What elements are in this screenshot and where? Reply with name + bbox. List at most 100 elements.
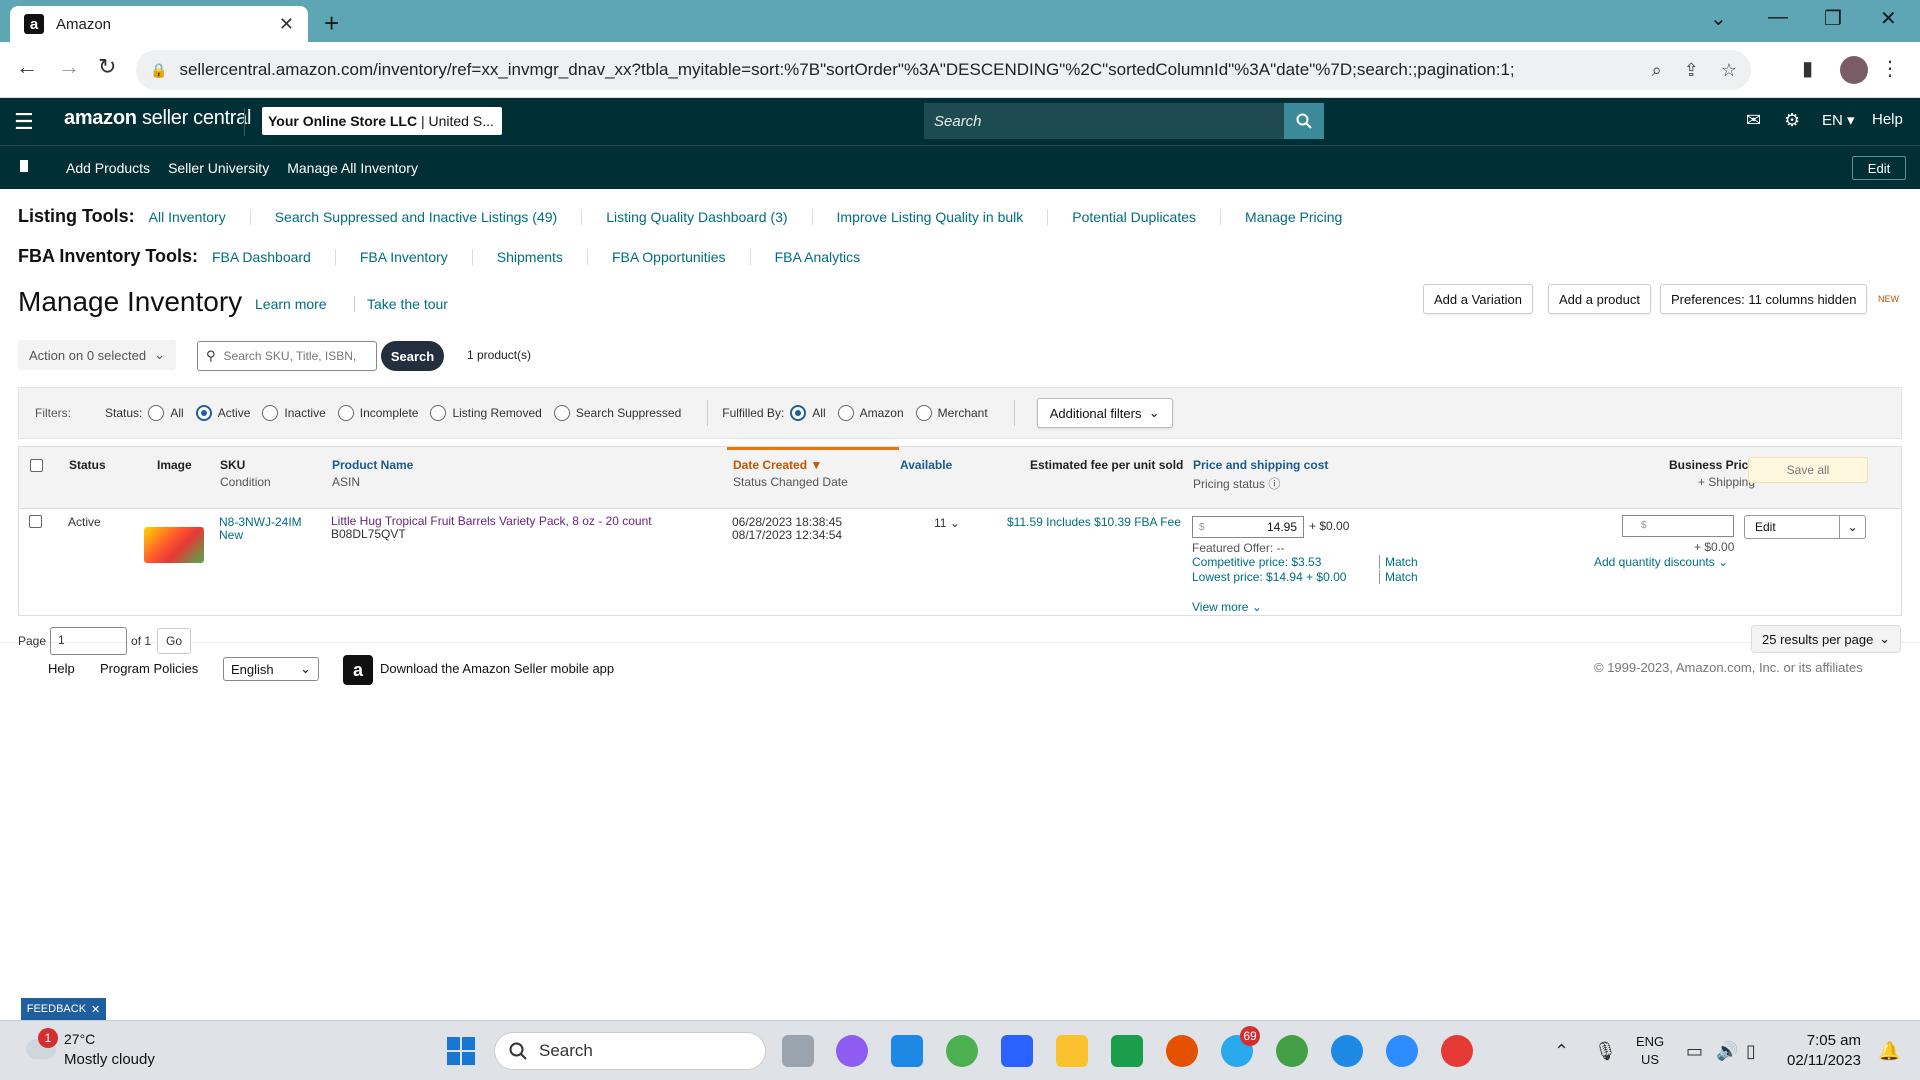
take-tour-link[interactable]: Take the tour bbox=[354, 296, 448, 312]
side-panel-icon[interactable]: ▮ bbox=[1802, 56, 1813, 81]
status-radio-inactive[interactable]: Inactive bbox=[262, 405, 326, 421]
volume-icon[interactable]: 🔊 bbox=[1716, 1041, 1738, 1062]
chrome-profile-icon[interactable] bbox=[1276, 1035, 1308, 1067]
row-edit-split-button[interactable]: Edit ⌄ bbox=[1744, 515, 1866, 539]
status-radio-listing-removed[interactable]: Listing Removed bbox=[430, 405, 542, 421]
fba-tool-opportunities[interactable]: FBA Opportunities bbox=[586, 248, 750, 265]
listing-tool-manage-pricing[interactable]: Manage Pricing bbox=[1220, 208, 1366, 225]
product-image[interactable] bbox=[144, 527, 204, 563]
notification-icon[interactable]: 🔔 bbox=[1878, 1041, 1900, 1062]
row-checkbox[interactable] bbox=[29, 515, 42, 528]
forward-icon[interactable]: → bbox=[58, 54, 80, 80]
notepad-icon[interactable] bbox=[1001, 1035, 1033, 1067]
zoom-icon[interactable]: ⌕ bbox=[1652, 60, 1662, 81]
minimize-icon[interactable]: — bbox=[1768, 6, 1788, 29]
chrome-profile-icon[interactable] bbox=[1166, 1035, 1198, 1067]
select-all-checkbox[interactable] bbox=[30, 459, 43, 472]
battery-icon[interactable]: ▯ bbox=[1746, 1041, 1756, 1062]
header-search-button[interactable] bbox=[1284, 103, 1324, 139]
nav-seller-university[interactable]: Seller University bbox=[168, 160, 269, 176]
fba-tool-dashboard[interactable]: FBA Dashboard bbox=[212, 249, 335, 265]
gear-icon[interactable]: ⚙ bbox=[1784, 110, 1800, 131]
mail-app-icon[interactable] bbox=[891, 1035, 923, 1067]
window-close-icon[interactable]: ✕ bbox=[1880, 6, 1897, 31]
column-sku[interactable]: SKU Condition bbox=[220, 458, 271, 489]
maximize-icon[interactable]: ❐ bbox=[1824, 6, 1842, 31]
address-bar[interactable]: 🔒 sellercentral.amazon.com/inventory/ref… bbox=[136, 50, 1751, 90]
price-input[interactable]: $ 14.95 bbox=[1192, 516, 1304, 538]
nav-manage-all-inventory[interactable]: Manage All Inventory bbox=[287, 160, 418, 176]
store-selector[interactable]: Your Online Store LLC | United S... bbox=[262, 107, 502, 135]
new-tab-icon[interactable]: + bbox=[324, 8, 339, 39]
back-icon[interactable]: ← bbox=[16, 54, 38, 80]
amazon-app-icon[interactable]: a bbox=[343, 655, 373, 685]
windows-start-icon[interactable] bbox=[447, 1037, 475, 1065]
microphone-icon[interactable]: 🎙 bbox=[1594, 1041, 1617, 1062]
footer-help-link[interactable]: Help bbox=[48, 661, 75, 676]
row-available-quantity[interactable]: 11 ⌄ bbox=[934, 516, 960, 530]
inventory-search-input[interactable]: ⚲ Search SKU, Title, ISBN, bbox=[197, 341, 377, 371]
chevron-down-icon[interactable]: ⌄ bbox=[1839, 516, 1865, 538]
reload-icon[interactable]: ↻ bbox=[98, 54, 116, 80]
fba-tool-analytics[interactable]: FBA Analytics bbox=[749, 248, 885, 265]
footer-language-select[interactable]: English ⌄ bbox=[223, 657, 319, 681]
close-icon[interactable]: ✕ bbox=[91, 1003, 100, 1016]
column-product-name[interactable]: Product Name ASIN bbox=[332, 458, 413, 489]
fba-tool-inventory[interactable]: FBA Inventory bbox=[334, 248, 472, 265]
listing-tool-suppressed[interactable]: Search Suppressed and Inactive Listings … bbox=[249, 208, 582, 225]
bulk-action-select[interactable]: Action on 0 selected ⌄ bbox=[18, 340, 176, 370]
fulfilled-radio-all[interactable]: All bbox=[790, 405, 826, 421]
status-radio-all[interactable]: All bbox=[148, 405, 184, 421]
listing-tool-improve-quality[interactable]: Improve Listing Quality in bulk bbox=[811, 208, 1048, 225]
mail-icon[interactable]: ✉ bbox=[1746, 110, 1761, 131]
footer-policies-link[interactable]: Program Policies bbox=[100, 661, 198, 676]
go-button[interactable]: Go bbox=[157, 628, 192, 654]
listing-tool-quality-dashboard[interactable]: Listing Quality Dashboard (3) bbox=[581, 208, 811, 225]
weather-condition[interactable]: Mostly cloudy bbox=[64, 1051, 155, 1068]
messenger-icon[interactable] bbox=[836, 1035, 868, 1067]
profile-avatar[interactable] bbox=[1840, 56, 1868, 84]
input-language[interactable]: ENG US bbox=[1636, 1033, 1664, 1069]
status-radio-incomplete[interactable]: Incomplete bbox=[337, 405, 418, 421]
row-fee[interactable]: $11.59 Includes $10.39 FBA Fee bbox=[1007, 515, 1181, 529]
zoom-icon[interactable] bbox=[1386, 1035, 1418, 1067]
row-product-name[interactable]: Little Hug Tropical Fruit Barrels Variet… bbox=[331, 514, 652, 528]
nav-edit-button[interactable]: Edit bbox=[1852, 156, 1906, 180]
meet-icon[interactable] bbox=[1111, 1035, 1143, 1067]
network-icon[interactable]: ▭ bbox=[1686, 1041, 1703, 1062]
weather-temp[interactable]: 27°C bbox=[64, 1031, 95, 1047]
seller-central-logo[interactable]: amazon seller central bbox=[64, 107, 251, 130]
column-date-created[interactable]: Date Created ▼ Status Changed Date bbox=[733, 458, 848, 489]
fulfilled-radio-merchant[interactable]: Merchant bbox=[915, 405, 988, 421]
task-view-icon[interactable] bbox=[782, 1035, 814, 1067]
listing-tool-duplicates[interactable]: Potential Duplicates bbox=[1047, 208, 1220, 225]
match-competitive-button[interactable]: Match bbox=[1385, 555, 1418, 569]
additional-filters-button[interactable]: Additional filters ⌄ bbox=[1036, 398, 1173, 428]
bookmark-star-icon[interactable]: ☆ bbox=[1721, 60, 1737, 81]
column-status[interactable]: Status bbox=[69, 458, 106, 472]
column-available[interactable]: Available bbox=[900, 458, 952, 472]
nav-add-products[interactable]: Add Products bbox=[66, 160, 150, 176]
taskbar-search[interactable]: Search bbox=[494, 1032, 766, 1070]
status-radio-active[interactable]: Active bbox=[195, 405, 250, 421]
tab-search-chevron-icon[interactable]: ⌄ bbox=[1710, 6, 1727, 31]
row-sku[interactable]: N8-3NWJ-24IM bbox=[219, 515, 302, 529]
help-link[interactable]: Help bbox=[1872, 111, 1903, 128]
hamburger-menu-icon[interactable]: ☰ bbox=[14, 109, 34, 135]
fba-tool-shipments[interactable]: Shipments bbox=[471, 248, 587, 265]
status-radio-search-suppressed[interactable]: Search Suppressed bbox=[553, 405, 681, 421]
language-selector[interactable]: EN ▾ bbox=[1822, 111, 1855, 129]
learn-more-link[interactable]: Learn more bbox=[255, 296, 327, 312]
download-app-link[interactable]: Download the Amazon Seller mobile app bbox=[380, 661, 614, 676]
add-variation-button[interactable]: Add a Variation bbox=[1423, 284, 1533, 314]
browser-tab[interactable]: a Amazon ✕ bbox=[10, 6, 308, 42]
row-edit-button[interactable]: Edit bbox=[1745, 516, 1839, 538]
column-price[interactable]: Price and shipping cost Pricing status ⓘ bbox=[1193, 458, 1328, 492]
business-price-input[interactable]: $ bbox=[1622, 515, 1734, 537]
chrome-profile-icon[interactable] bbox=[1331, 1035, 1363, 1067]
taskbar-clock[interactable]: 7:05 am 02/11/2023 bbox=[1787, 1031, 1861, 1071]
preferences-button[interactable]: Preferences: 11 columns hidden bbox=[1660, 284, 1868, 314]
file-explorer-icon[interactable] bbox=[1056, 1035, 1088, 1067]
save-all-button[interactable]: Save all bbox=[1748, 457, 1868, 483]
bookmark-icon[interactable] bbox=[20, 160, 28, 172]
